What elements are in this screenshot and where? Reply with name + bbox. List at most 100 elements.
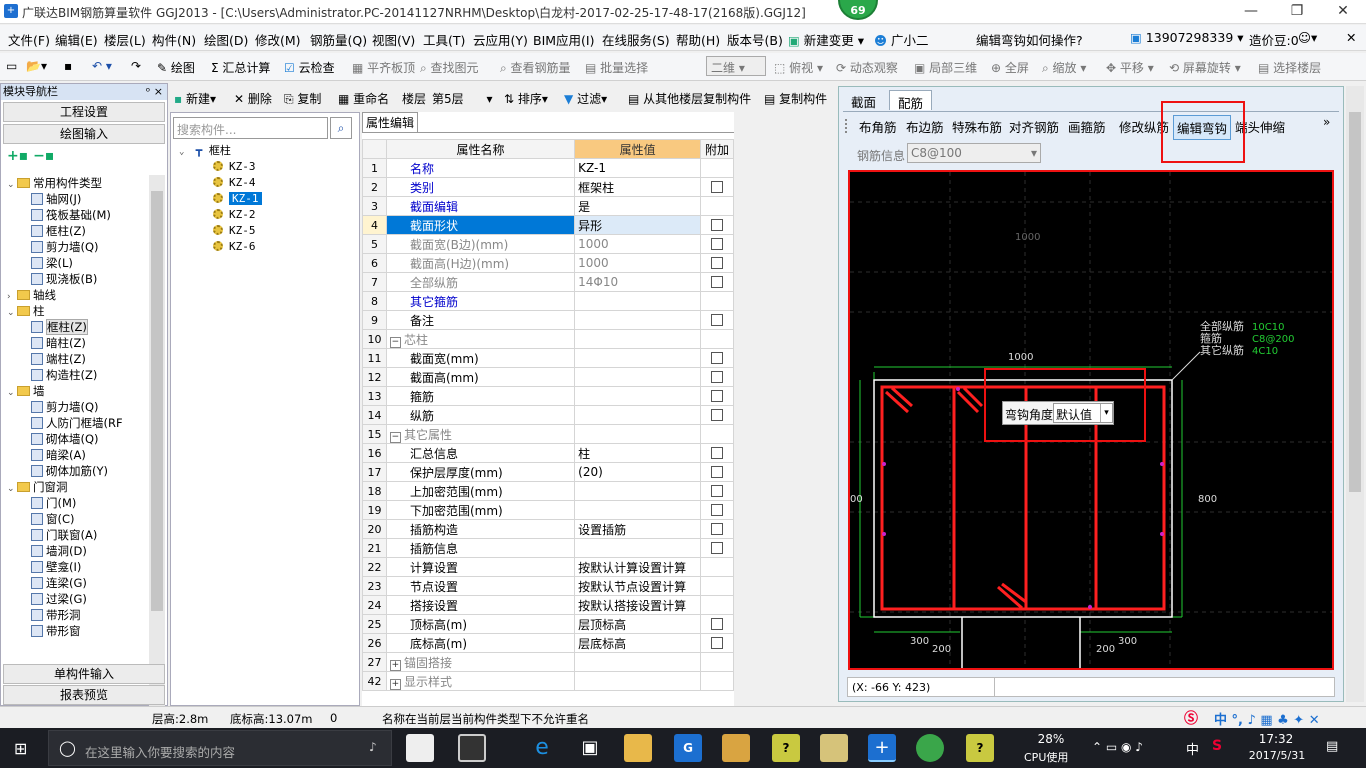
property-row[interactable]: 16 汇总信息柱 (362, 443, 734, 463)
property-value[interactable] (574, 405, 701, 425)
property-value[interactable]: 层底标高 (574, 633, 701, 653)
nav-tree-item[interactable]: 门联窗(A) (31, 527, 97, 543)
menu-help[interactable]: 帮助(H) (676, 30, 720, 49)
task-view-icon[interactable] (406, 734, 434, 762)
nav-tree-item[interactable]: 端柱(Z) (31, 351, 86, 367)
menu-edit[interactable]: 编辑(E) (55, 30, 98, 49)
attach-checkbox[interactable] (711, 485, 723, 497)
attach-checkbox[interactable] (711, 504, 723, 516)
property-row[interactable]: 13 箍筋 (362, 386, 734, 406)
find-element-button[interactable]: ⌕ 查找图元 (420, 59, 479, 76)
nav-tree-item[interactable]: 墙洞(D) (31, 543, 87, 559)
save-icon[interactable]: ▪ (64, 59, 72, 73)
zoom-button[interactable]: ⌕ 缩放 ▾ (1042, 59, 1086, 76)
tray-icons[interactable]: ⌃ ▭ ◉ ♪ (1092, 740, 1143, 754)
menu-online[interactable]: 在线服务(S) (602, 30, 670, 49)
help-question-link[interactable]: 编辑弯钩如何操作? (976, 30, 1083, 49)
property-value[interactable]: 按默认节点设置计算 (574, 576, 701, 596)
mic-icon[interactable]: ♪ (369, 740, 377, 754)
menu-bim[interactable]: BIM应用(I) (533, 30, 595, 49)
property-row[interactable]: 15− 其它属性 (362, 424, 734, 444)
app-notes-icon[interactable] (722, 734, 750, 762)
nav-tree-item[interactable]: 砌体墙(Q) (31, 431, 99, 447)
property-value[interactable] (574, 500, 701, 520)
property-value[interactable]: 异形 (574, 215, 701, 235)
component-item[interactable]: KZ-1 (213, 191, 262, 207)
property-value[interactable]: 框架柱 (574, 177, 701, 197)
menu-component[interactable]: 构件(N) (152, 30, 196, 49)
search-icon[interactable]: ⌕ (330, 117, 352, 139)
nav-tree-item[interactable]: ⌄ 常用构件类型 (7, 175, 102, 191)
property-value[interactable]: (20) (574, 462, 701, 482)
expand-all-icon[interactable]: +▪ −▪ (7, 148, 54, 164)
property-row[interactable]: 11 截面宽(mm) (362, 348, 734, 368)
attach-checkbox[interactable] (711, 371, 723, 383)
property-row[interactable]: 20 插筋构造 设置插筋 (362, 519, 734, 539)
property-row[interactable]: 10− 芯柱 (362, 329, 734, 349)
group-toggle-icon[interactable]: + (389, 659, 401, 671)
top-view-button[interactable]: ⬚ 俯视 ▾ (774, 59, 823, 76)
sogou-ime-icon[interactable]: Ⓢ (1184, 708, 1198, 728)
attach-checkbox[interactable] (711, 352, 723, 364)
tab-reinforcement[interactable]: 配筋 (889, 90, 933, 111)
more-tools-icon[interactable]: » (1323, 115, 1330, 129)
property-value[interactable]: KZ-1 (574, 158, 701, 178)
filter-button[interactable]: ▼ 过滤▾ (564, 90, 607, 107)
component-item[interactable]: KZ-6 (213, 239, 256, 255)
property-value[interactable] (574, 348, 701, 368)
align-slab-top-button[interactable]: ▦ 平齐板顶 (352, 59, 415, 76)
property-row[interactable]: 26 底标高(m) 层底标高 (362, 633, 734, 653)
tree-root-frame-column[interactable]: ⌄ ┳ 框柱 (179, 143, 231, 159)
property-value[interactable] (574, 329, 701, 349)
nav-tree-item[interactable]: ⌄ 柱 (7, 303, 45, 319)
property-row[interactable]: 42 + 显示样式 (362, 671, 734, 691)
maximize-button[interactable]: ❐ (1274, 0, 1320, 24)
rename-button[interactable]: ▦ 重命名 (338, 90, 389, 107)
property-row[interactable]: 19 下加密范围(mm) (362, 500, 734, 520)
rebar-info-select[interactable]: C8@100 ▾ (907, 143, 1041, 163)
pan-button[interactable]: ✥ 平移 ▾ (1106, 59, 1154, 76)
draw-button[interactable]: ✎ 绘图 (157, 59, 195, 76)
property-row[interactable]: 25 顶标高(m) 层顶标高 (362, 614, 734, 634)
price-beans-icon[interactable]: ☺▾ (1298, 30, 1317, 45)
property-row[interactable]: 9 备注 (362, 310, 734, 330)
property-value[interactable] (574, 386, 701, 406)
fullscreen-button[interactable]: ⊕ 全屏 (991, 59, 1029, 76)
ime-tray[interactable]: 中 (1186, 739, 1199, 758)
attach-checkbox[interactable] (711, 409, 723, 421)
nav-tree-item[interactable]: ⌄ 墙 (7, 383, 45, 399)
corner-rebar-button[interactable]: 布角筋 (859, 117, 897, 136)
store-icon[interactable]: ▣ (576, 734, 604, 762)
batch-select-button[interactable]: ▤ 批量选择 (585, 59, 648, 76)
copy-from-floor-button[interactable]: ▤ 从其他楼层复制构件 (628, 90, 751, 107)
local-3d-button[interactable]: ▣ 局部三维 (914, 59, 977, 76)
nav-tree-item[interactable]: 砌体加筋(Y) (31, 463, 108, 479)
copy-component-button[interactable]: ▤ 复制构件 (764, 90, 827, 107)
edge-browser-icon[interactable]: e (528, 734, 556, 762)
cloud-check-button[interactable]: ☑ 云检查 (284, 59, 335, 76)
ime-status[interactable]: 中 °, ♪ ▦ ♣ ✦ ✕ (1214, 709, 1320, 728)
expand-toggle-icon[interactable]: ⌄ (7, 305, 17, 321)
attach-checkbox[interactable] (711, 181, 723, 193)
property-row[interactable]: 14 纵筋 (362, 405, 734, 425)
screen-rotate-button[interactable]: ⟲ 屏幕旋转 ▾ (1169, 59, 1241, 76)
component-item[interactable]: KZ-3 (213, 159, 256, 175)
attach-checkbox[interactable] (711, 219, 723, 231)
windows-start-icon[interactable]: ⊞ (14, 739, 27, 758)
new-component-button[interactable]: ▪ 新建▾ (174, 90, 216, 107)
nav-tree-item[interactable]: 框柱(Z) (31, 223, 86, 239)
property-row[interactable]: 1 名称 KZ-1 (362, 158, 734, 178)
nav-tree-item[interactable]: 筏板基础(M) (31, 207, 111, 223)
component-search-input[interactable]: 搜索构件... (173, 117, 328, 139)
tab-property-edit[interactable]: 属性编辑 (362, 112, 418, 132)
copy-button[interactable]: ⎘ 复制 (284, 90, 321, 107)
property-row[interactable]: 27 + 锚固搭接 (362, 652, 734, 672)
app-spiral-icon[interactable] (458, 734, 486, 762)
clock-date[interactable]: 2017/5/31 (1244, 749, 1310, 762)
view-mode-select[interactable]: 二维 ▾ (706, 56, 766, 76)
draw-stirrup-button[interactable]: 画箍筋 (1068, 117, 1106, 136)
expand-toggle-icon[interactable]: ⌄ (7, 481, 17, 497)
help-app-icon[interactable]: ? (772, 734, 800, 762)
expand-toggle-icon[interactable]: ⌄ (7, 177, 17, 193)
nav-tree-item[interactable]: 梁(L) (31, 255, 73, 271)
